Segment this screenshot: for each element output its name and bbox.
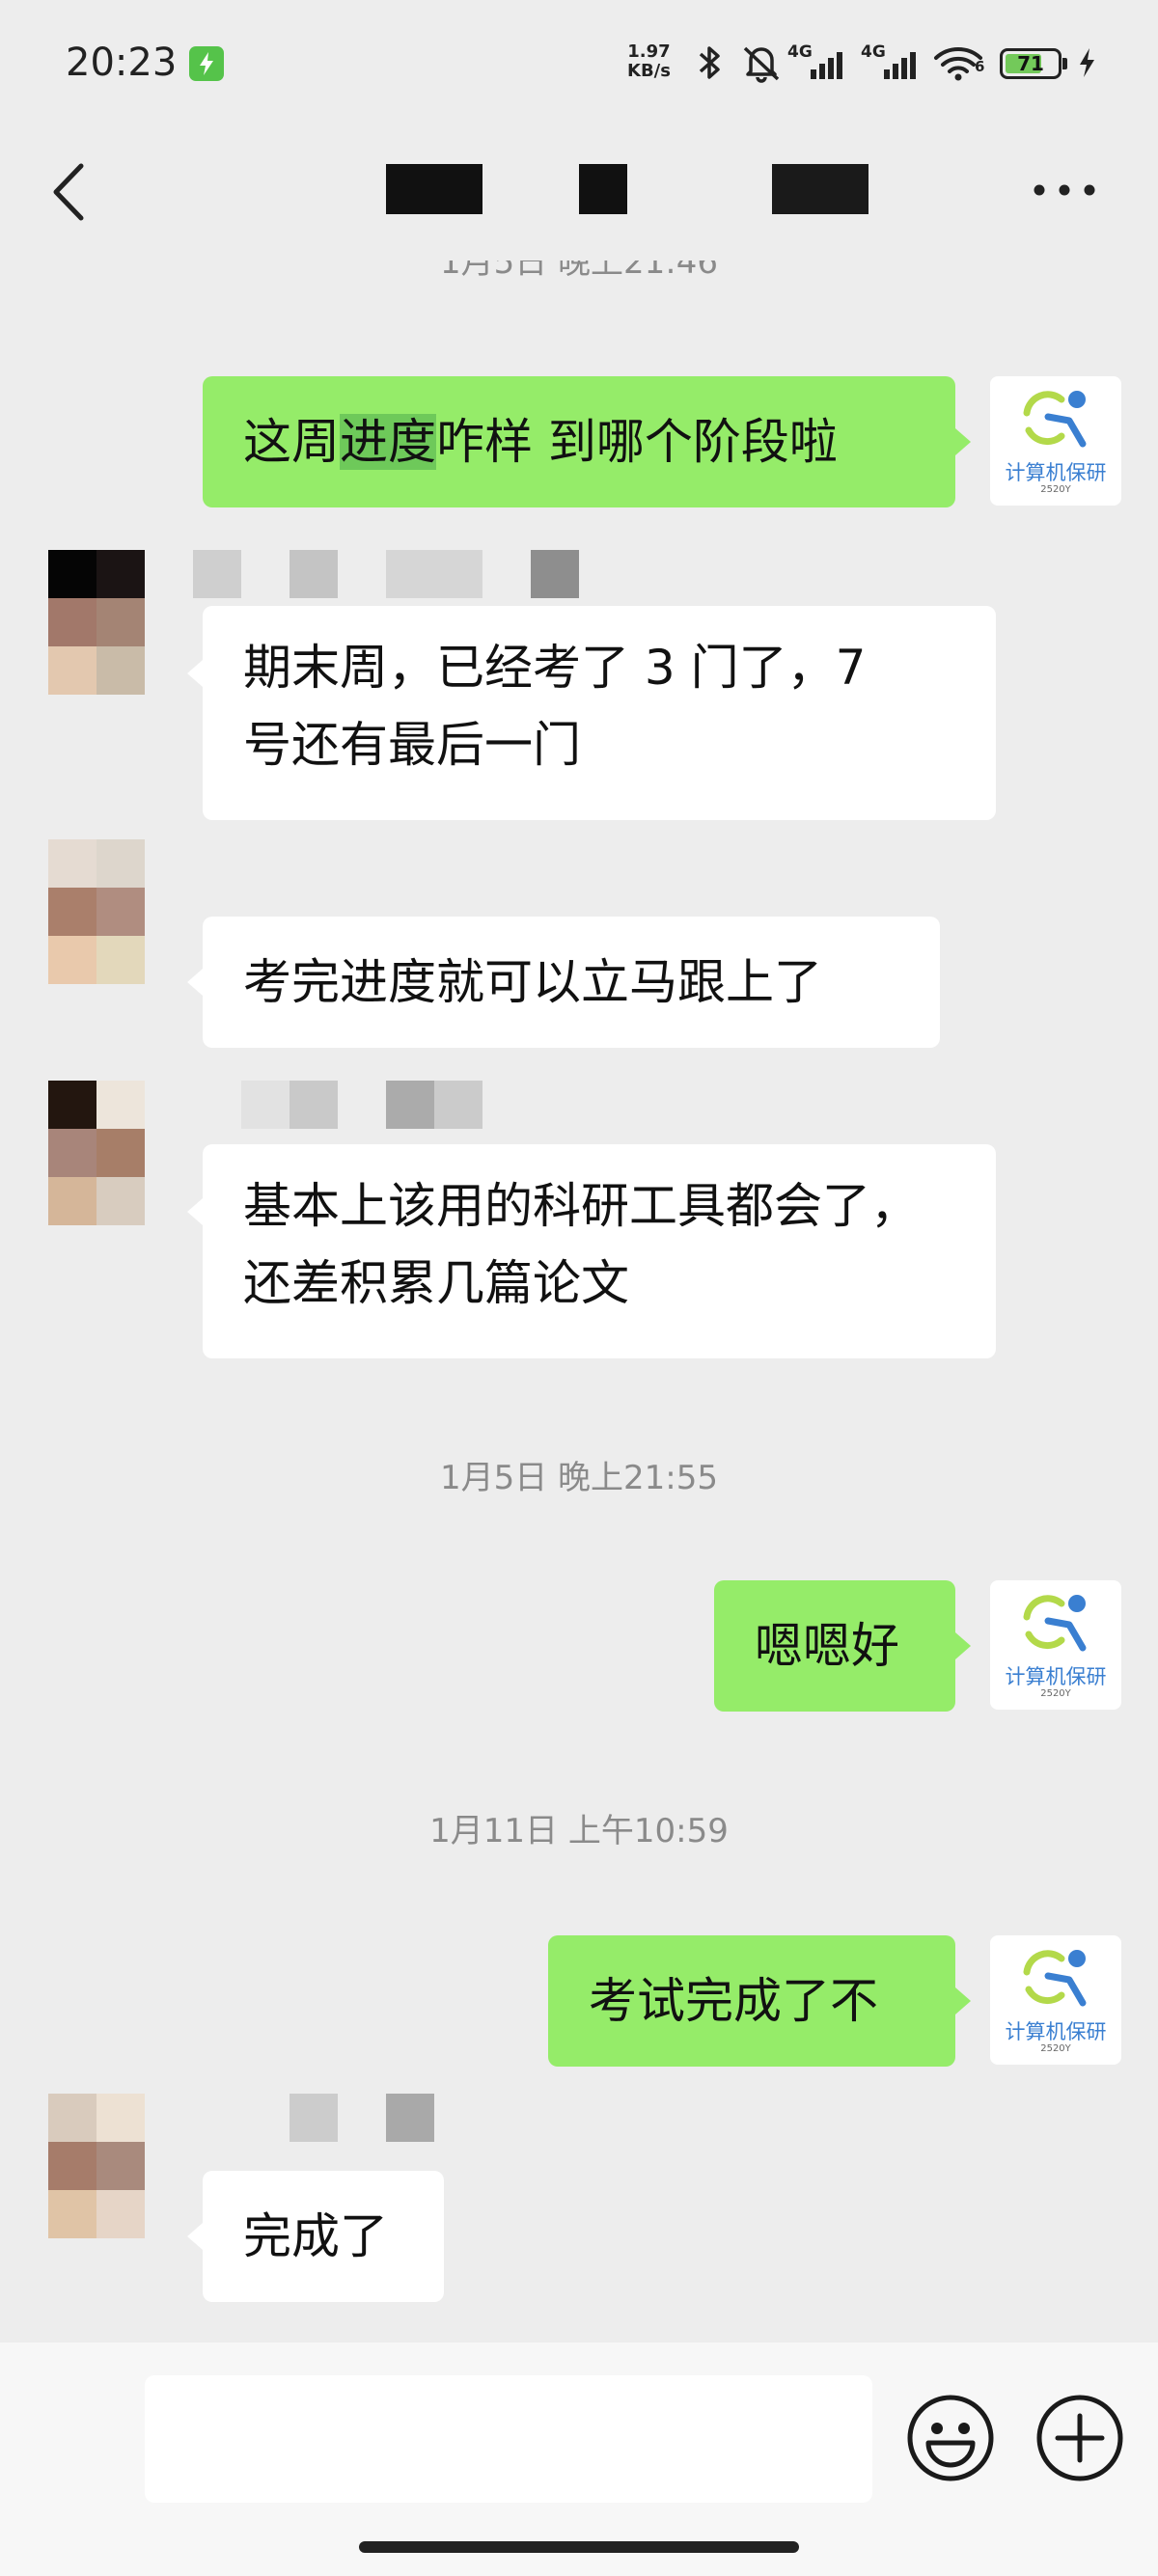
logo-mark-icon	[1023, 1950, 1087, 2007]
battery-percent: 71	[1017, 52, 1044, 75]
network-speed-unit: KB/s	[627, 61, 671, 81]
message-line-1: 期末周，已经考了 3 门了，7	[243, 640, 867, 696]
emoji-smile-icon[interactable]	[905, 2393, 996, 2483]
message-line-1: 基本上该用的科研工具都会了，	[243, 1178, 919, 1234]
self-avatar[interactable]: 计算机保研 2520Y	[990, 1580, 1121, 1710]
network-speed-value: 1.97	[627, 41, 671, 62]
self-avatar[interactable]: 计算机保研 2520Y	[990, 376, 1121, 506]
timestamp: 1月5日 晚上21:46	[439, 260, 719, 282]
redacted-title-1	[386, 164, 482, 214]
self-avatar-caption: 计算机保研	[1005, 461, 1107, 484]
redacted-title-3	[772, 164, 868, 214]
message-line-1: 完成了	[243, 2208, 388, 2264]
message-text: 考试完成了不	[589, 1973, 878, 2029]
self-avatar-subcaption: 2520Y	[1040, 1688, 1071, 1699]
message-text-rest: 咋样 到哪个阶段啦	[436, 414, 838, 470]
redacted-title-2	[579, 164, 627, 214]
signal-4g-icon	[811, 52, 842, 79]
message-bubble-incoming[interactable]: 期末周，已经考了 3 门了，7 号还有最后一门	[203, 606, 996, 820]
contact-avatar[interactable]	[48, 550, 145, 695]
message-line-2: 还差积累几篇论文	[243, 1255, 629, 1311]
bluetooth-icon	[699, 46, 720, 79]
self-avatar-caption: 计算机保研	[1005, 2020, 1107, 2043]
message-bubble-outgoing[interactable]: 嗯嗯好	[714, 1580, 955, 1712]
message-input[interactable]	[145, 2375, 872, 2503]
chevron-left-icon[interactable]	[48, 162, 89, 222]
bubble-tail	[187, 969, 203, 996]
bubble-tail	[955, 428, 971, 455]
home-indicator[interactable]	[359, 2541, 799, 2553]
charging-bolt-icon	[1080, 48, 1094, 77]
status-time: 20:23	[66, 41, 178, 85]
logo-mark-icon	[1023, 391, 1087, 448]
plus-circle-icon[interactable]	[1034, 2393, 1125, 2483]
network-speed: 1.97 KB/s	[627, 42, 671, 81]
message-bubble-incoming[interactable]: 基本上该用的科研工具都会了， 还差积累几篇论文	[203, 1144, 996, 1358]
timestamp: 1月5日 晚上21:55	[439, 1459, 719, 1497]
timestamp: 1月11日 上午10:59	[429, 1812, 729, 1850]
message-text: 嗯嗯好	[755, 1618, 899, 1674]
self-avatar-caption: 计算机保研	[1005, 1665, 1107, 1688]
contact-avatar[interactable]	[48, 1081, 145, 1225]
bubble-tail	[187, 2223, 203, 2250]
message-bubble-outgoing[interactable]: 这周进度咋样 到哪个阶段啦	[203, 376, 955, 507]
redacted-sender-name	[193, 550, 579, 598]
battery-tip	[1062, 58, 1067, 69]
self-avatar[interactable]: 计算机保研 2520Y	[990, 1935, 1121, 2065]
message-bubble-incoming[interactable]: 完成了	[203, 2171, 444, 2302]
contact-avatar[interactable]	[48, 839, 145, 984]
self-avatar-subcaption: 2520Y	[1040, 484, 1071, 495]
bubble-tail	[187, 1198, 203, 1225]
mute-bell-icon	[743, 46, 780, 83]
highlighted-text: 进度	[340, 414, 436, 470]
message-line-1: 考完进度就可以立马跟上了	[243, 954, 822, 1010]
message-text: 这周	[243, 414, 340, 470]
wifi-label: 6	[975, 58, 985, 75]
bubble-tail	[955, 1987, 971, 2014]
chat-area[interactable]: 1月5日 晚上21:46 计算机保研 2520Y 这周进度咋样 到哪个阶段啦 期…	[0, 260, 1158, 2343]
self-avatar-subcaption: 2520Y	[1040, 2043, 1071, 2054]
message-bubble-outgoing[interactable]: 考试完成了不	[548, 1935, 955, 2067]
message-bubble-incoming[interactable]: 考完进度就可以立马跟上了	[203, 917, 940, 1048]
battery-icon: 71	[1000, 48, 1062, 79]
charging-app-icon	[189, 46, 224, 81]
redacted-sender-name	[193, 2094, 434, 2142]
more-dots-icon[interactable]	[1033, 183, 1096, 197]
bubble-tail	[187, 660, 203, 687]
bubble-tail	[955, 1632, 971, 1659]
redacted-sender-name	[241, 1081, 482, 1129]
contact-avatar[interactable]	[48, 2094, 145, 2238]
logo-mark-icon	[1023, 1595, 1087, 1652]
signal-4g-icon-2	[884, 52, 916, 79]
message-line-2: 号还有最后一门	[243, 717, 581, 773]
